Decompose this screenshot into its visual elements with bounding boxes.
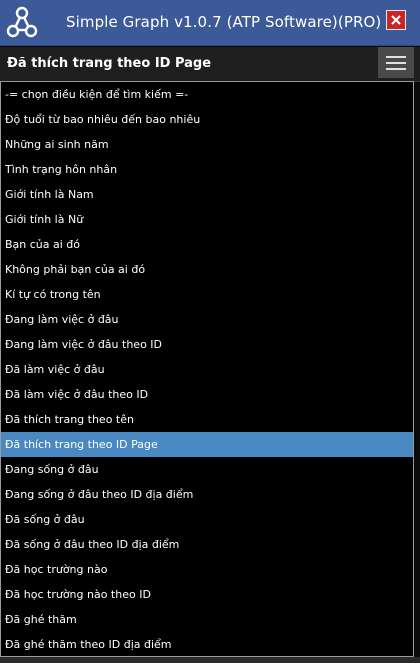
hamburger-menu-icon — [386, 61, 406, 64]
graph-nodes-icon — [6, 6, 38, 38]
dropdown-option[interactable]: Giới tính là Nữ — [1, 207, 413, 232]
menu-button[interactable] — [378, 47, 414, 78]
dropdown-option[interactable]: Đã thích trang theo tên — [1, 407, 413, 432]
dropdown-option[interactable]: Kí tự có trong tên — [1, 282, 413, 307]
dropdown-option[interactable]: Đã ghé thăm — [1, 607, 413, 632]
dropdown-option[interactable]: Độ tuổi từ bao nhiêu đến bao nhiêu — [1, 107, 413, 132]
dropdown-option[interactable]: Đang làm việc ở đâu theo ID — [1, 332, 413, 357]
dropdown-option[interactable]: Đã sống ở đâu — [1, 507, 413, 532]
combobox-selected-value: Đã thích trang theo ID Page — [7, 56, 212, 71]
dropdown-option[interactable]: Bạn của ai đó — [1, 232, 413, 257]
title-bar[interactable]: Simple Graph v1.0.7 (ATP Software)(PRO) — [0, 0, 420, 46]
dropdown-option[interactable]: Đang sống ở đâu — [1, 457, 413, 482]
dropdown-option[interactable]: Đã ghé thăm theo ID địa điểm — [1, 632, 413, 656]
window-title: Simple Graph v1.0.7 (ATP Software)(PRO) — [66, 13, 382, 31]
search-condition-dropdown[interactable]: -= chọn điều kiện để tìm kiếm =- Độ tuổi… — [0, 81, 414, 657]
hamburger-menu-icon — [386, 67, 406, 70]
window-bottom-edge — [0, 657, 420, 663]
dropdown-option[interactable]: Đã học trường nào — [1, 557, 413, 582]
dropdown-option[interactable]: Đã thích trang theo ID Page — [1, 432, 413, 457]
dropdown-option[interactable]: Đã học trường nào theo ID — [1, 582, 413, 607]
dropdown-option[interactable]: Những ai sinh năm — [1, 132, 413, 157]
dropdown-option[interactable]: -= chọn điều kiện để tìm kiếm =- — [1, 82, 413, 107]
search-condition-combobox[interactable]: Đã thích trang theo ID Page — [0, 47, 420, 82]
dropdown-option[interactable]: Đang sống ở đâu theo ID địa điểm — [1, 482, 413, 507]
dropdown-option[interactable]: Đã sống ở đâu theo ID địa điểm — [1, 532, 413, 557]
close-icon — [391, 15, 401, 25]
dropdown-option[interactable]: Đã làm việc ở đâu theo ID — [1, 382, 413, 407]
dropdown-option[interactable]: Đang làm việc ở đâu — [1, 307, 413, 332]
dropdown-option[interactable]: Giới tính là Nam — [1, 182, 413, 207]
close-button[interactable] — [386, 10, 406, 30]
dropdown-option[interactable]: Đã làm việc ở đâu — [1, 357, 413, 382]
app-window: Simple Graph v1.0.7 (ATP Software)(PRO) … — [0, 0, 420, 663]
dropdown-option[interactable]: Tình trạng hôn nhân — [1, 157, 413, 182]
hamburger-menu-icon — [386, 55, 406, 58]
dropdown-option[interactable]: Không phải bạn của ai đó — [1, 257, 413, 282]
